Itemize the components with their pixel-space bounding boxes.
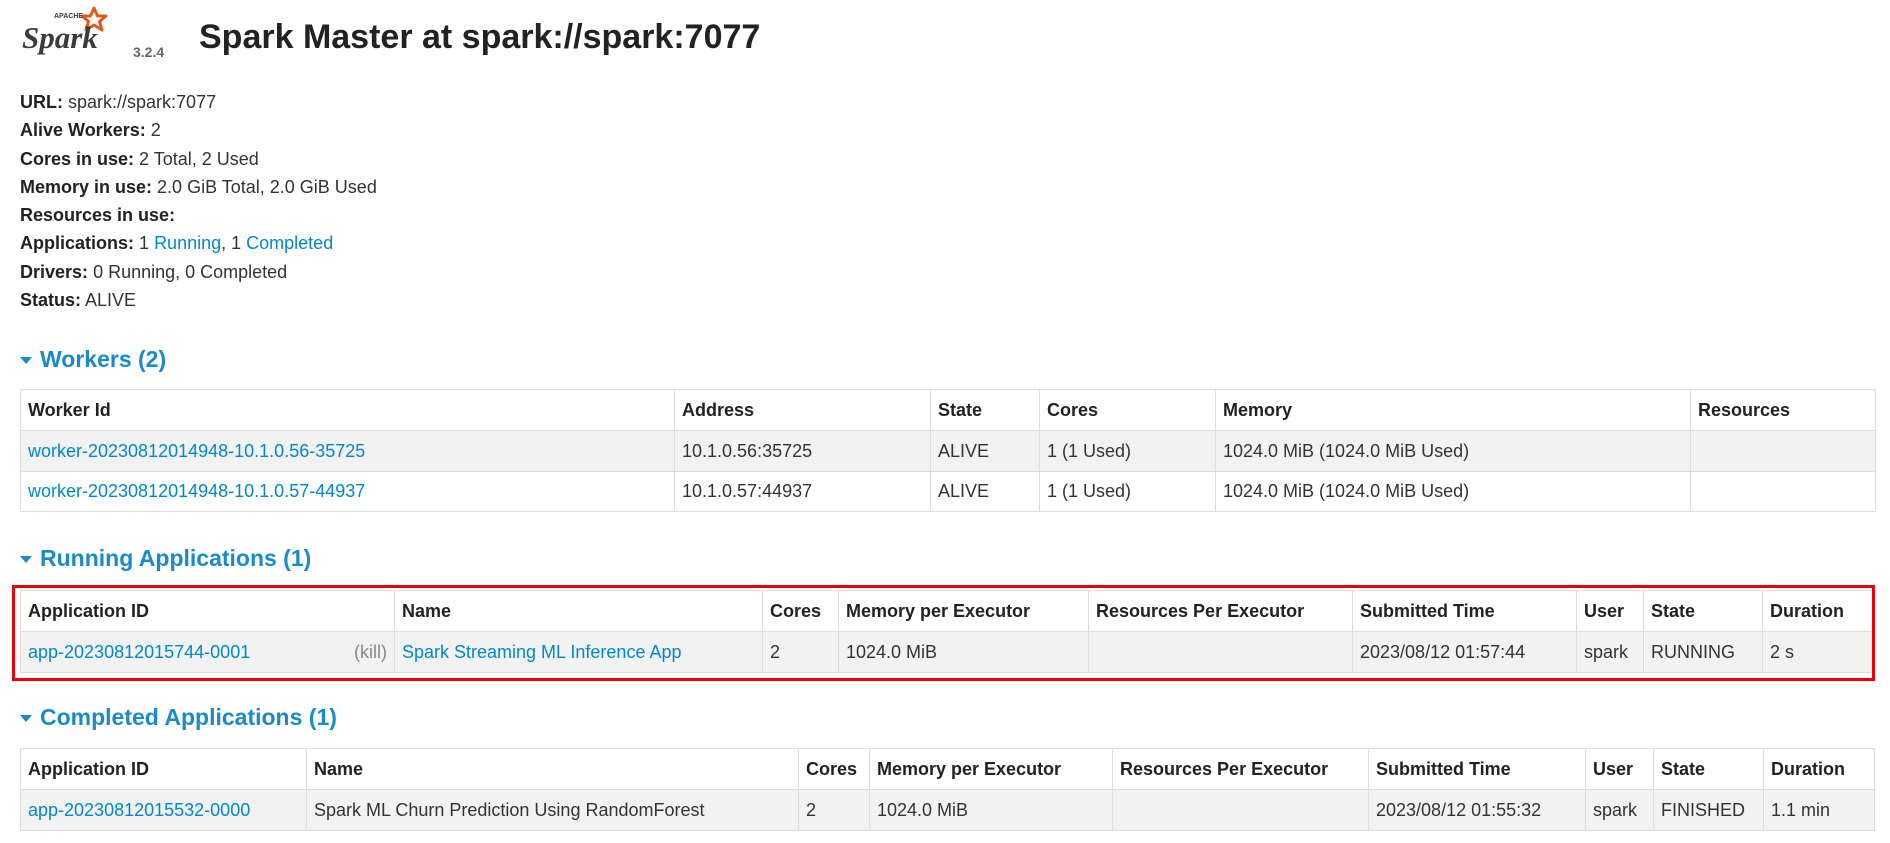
svg-text:Spark: Spark (22, 20, 98, 55)
app-id-cell: app-20230812015744-0001 (kill) (20, 631, 395, 673)
column-header-submitted-time[interactable]: Submitted Time (1352, 590, 1577, 632)
column-header-duration[interactable]: Duration (1762, 590, 1875, 632)
app-cores: 2 (798, 789, 870, 831)
worker-address: 10.1.0.56:35725 (674, 430, 931, 472)
app-name: Spark ML Churn Prediction Using RandomFo… (306, 789, 799, 831)
app-id-link[interactable]: app-20230812015744-0001 (28, 642, 250, 662)
worker-resources (1690, 430, 1876, 472)
running-apps-link[interactable]: Running (154, 233, 221, 253)
column-header-cores[interactable]: Cores (798, 748, 870, 790)
column-header-address[interactable]: Address (674, 389, 931, 431)
worker-memory: 1024.0 MiB (1024.0 MiB Used) (1215, 430, 1691, 472)
running-apps-header-row: Application ID Name Cores Memory per Exe… (20, 590, 1875, 632)
column-header-state[interactable]: State (930, 389, 1040, 431)
workers-header-row: Worker Id Address State Cores Memory Res… (20, 389, 1876, 431)
collapse-arrow-icon (20, 556, 32, 563)
app-user: spark (1585, 789, 1654, 831)
worker-id-link[interactable]: worker-20230812014948-10.1.0.57-44937 (28, 481, 365, 501)
kill-app-link[interactable]: (kill) (354, 642, 387, 663)
app-duration: 1.1 min (1763, 789, 1875, 831)
worker-cores: 1 (1 Used) (1039, 471, 1216, 512)
running-apps-table: Application ID Name Cores Memory per Exe… (20, 590, 1875, 673)
table-row: app-20230812015532-0000 Spark ML Churn P… (20, 789, 1875, 831)
column-header-worker-id[interactable]: Worker Id (20, 389, 675, 431)
worker-cores: 1 (1 Used) (1039, 430, 1216, 472)
spark-version: 3.2.4 (133, 44, 165, 60)
column-header-memory-per-executor[interactable]: Memory per Executor (838, 590, 1089, 632)
app-memory-per-executor: 1024.0 MiB (838, 631, 1089, 673)
column-header-name[interactable]: Name (306, 748, 799, 790)
column-header-cores[interactable]: Cores (762, 590, 839, 632)
column-header-duration[interactable]: Duration (1763, 748, 1875, 790)
worker-state: ALIVE (930, 471, 1040, 512)
spark-logo[interactable]: Spark APACHE 3.2.4 (20, 6, 164, 66)
collapse-arrow-icon (20, 357, 32, 364)
summary-drivers: Drivers: 0 Running, 0 Completed (20, 261, 288, 282)
table-row: worker-20230812014948-10.1.0.56-35725 10… (20, 430, 1876, 472)
summary-resources: Resources in use: (20, 205, 176, 226)
column-header-submitted-time[interactable]: Submitted Time (1368, 748, 1586, 790)
column-header-name[interactable]: Name (394, 590, 763, 632)
app-name-link[interactable]: Spark Streaming ML Inference App (402, 642, 681, 662)
column-header-state[interactable]: State (1643, 590, 1763, 632)
column-header-cores[interactable]: Cores (1039, 389, 1216, 431)
summary-applications: Applications: 1 Running, 1 Completed (20, 233, 334, 254)
table-row: worker-20230812014948-10.1.0.57-44937 10… (20, 471, 1876, 512)
completed-apps-table: Application ID Name Cores Memory per Exe… (20, 748, 1875, 831)
workers-table: Worker Id Address State Cores Memory Res… (20, 389, 1876, 512)
column-header-application-id[interactable]: Application ID (20, 748, 307, 790)
app-resources-per-executor (1088, 631, 1353, 673)
column-header-resources-per-executor[interactable]: Resources Per Executor (1088, 590, 1353, 632)
worker-resources (1690, 471, 1876, 512)
app-state: RUNNING (1643, 631, 1763, 673)
column-header-application-id[interactable]: Application ID (20, 590, 395, 632)
column-header-memory[interactable]: Memory (1215, 389, 1691, 431)
app-cores: 2 (762, 631, 839, 673)
app-user: spark (1576, 631, 1644, 673)
worker-id-link[interactable]: worker-20230812014948-10.1.0.56-35725 (28, 441, 365, 461)
table-row: app-20230812015744-0001 (kill) Spark Str… (20, 631, 1875, 673)
cluster-summary: URL: spark://spark:7077 Alive Workers: 2… (20, 88, 377, 314)
page-header: Spark APACHE 3.2.4 Spark Master at spark… (20, 6, 1870, 66)
workers-section-toggle[interactable]: Workers (2) (20, 346, 166, 373)
app-memory-per-executor: 1024.0 MiB (869, 789, 1113, 831)
column-header-resources-per-executor[interactable]: Resources Per Executor (1112, 748, 1369, 790)
running-apps-section-toggle[interactable]: Running Applications (1) (20, 545, 311, 572)
column-header-memory-per-executor[interactable]: Memory per Executor (869, 748, 1113, 790)
completed-apps-link[interactable]: Completed (246, 233, 333, 253)
column-header-state[interactable]: State (1653, 748, 1764, 790)
worker-address: 10.1.0.57:44937 (674, 471, 931, 512)
app-state: FINISHED (1653, 789, 1764, 831)
column-header-resources[interactable]: Resources (1690, 389, 1876, 431)
completed-apps-section-toggle[interactable]: Completed Applications (1) (20, 704, 337, 731)
summary-url: URL: spark://spark:7077 (20, 92, 217, 112)
app-submitted-time: 2023/08/12 01:57:44 (1352, 631, 1577, 673)
worker-memory: 1024.0 MiB (1024.0 MiB Used) (1215, 471, 1691, 512)
summary-memory: Memory in use: 2.0 GiB Total, 2.0 GiB Us… (20, 176, 377, 197)
app-submitted-time: 2023/08/12 01:55:32 (1368, 789, 1586, 831)
page-title: Spark Master at spark://spark:7077 (199, 18, 761, 56)
collapse-arrow-icon (20, 715, 32, 722)
completed-apps-header-row: Application ID Name Cores Memory per Exe… (20, 748, 1875, 790)
worker-state: ALIVE (930, 430, 1040, 472)
app-id-link[interactable]: app-20230812015532-0000 (28, 800, 250, 820)
app-resources-per-executor (1112, 789, 1369, 831)
column-header-user[interactable]: User (1576, 590, 1644, 632)
app-duration: 2 s (1762, 631, 1875, 673)
spark-logo-icon: Spark APACHE (22, 6, 108, 55)
summary-status: Status: ALIVE (20, 290, 137, 311)
summary-alive-workers: Alive Workers: 2 (20, 120, 161, 141)
svg-text:APACHE: APACHE (54, 13, 83, 20)
summary-cores: Cores in use: 2 Total, 2 Used (20, 148, 259, 169)
column-header-user[interactable]: User (1585, 748, 1654, 790)
